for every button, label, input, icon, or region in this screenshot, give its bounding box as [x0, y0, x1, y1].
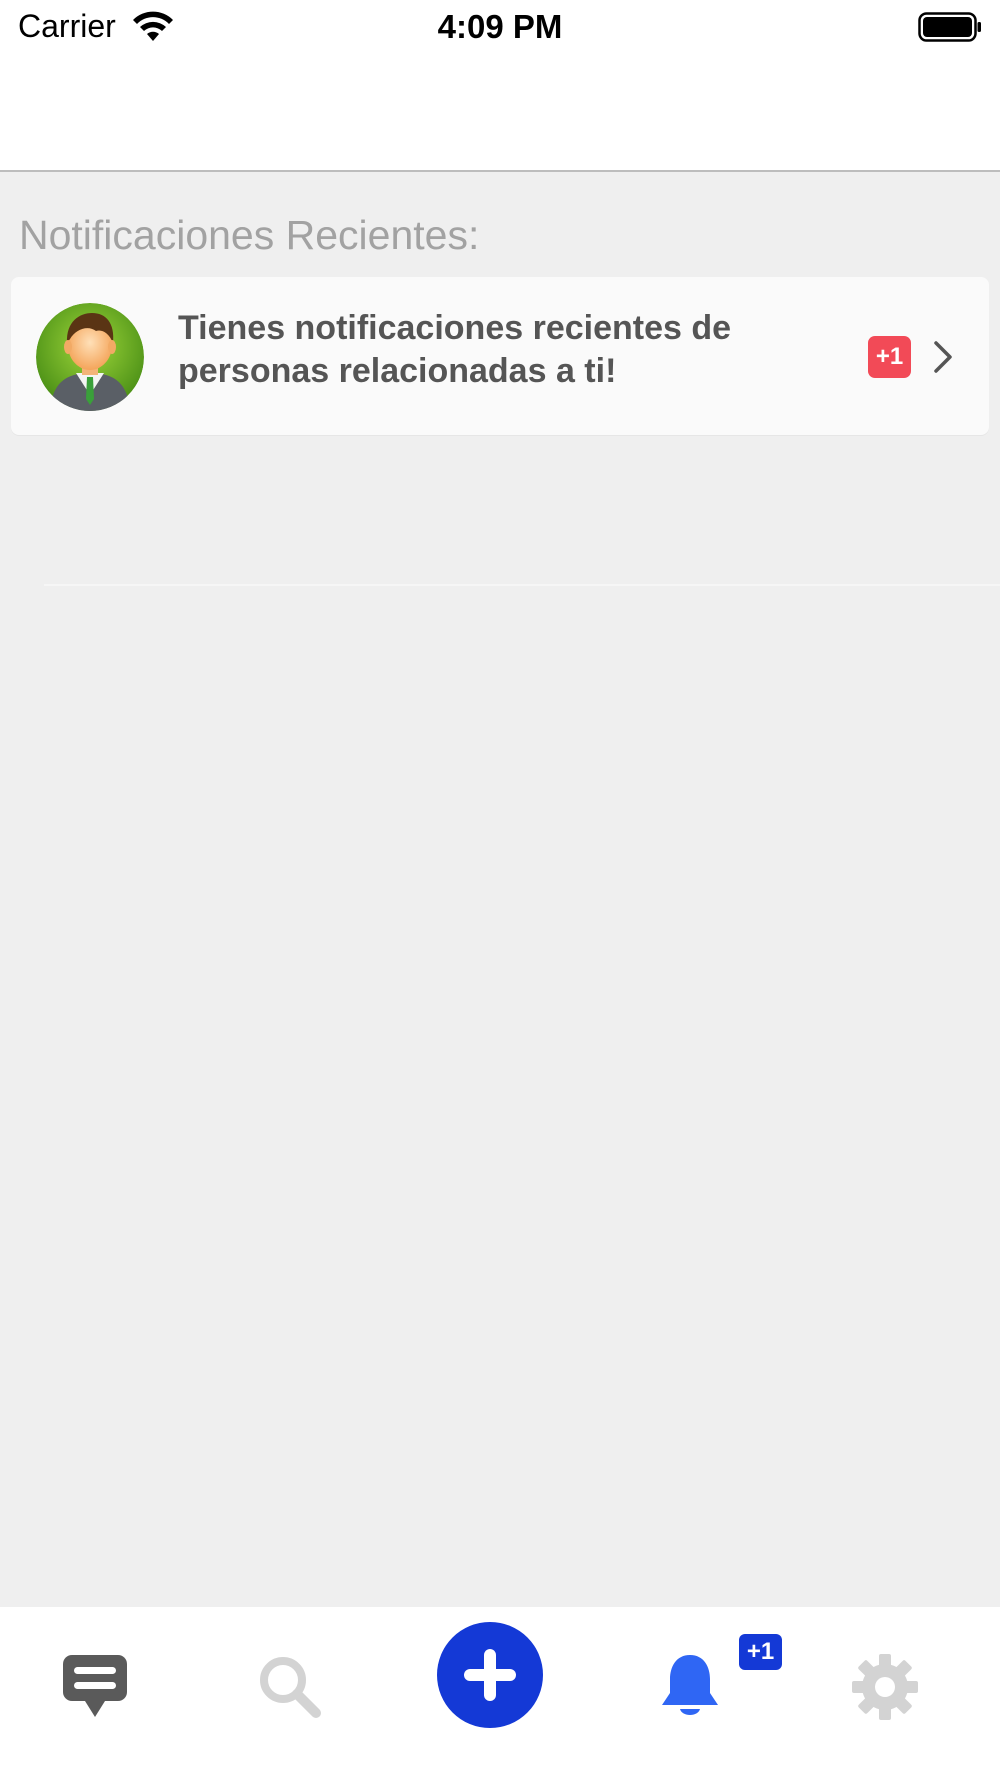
list-separator: [44, 584, 1000, 586]
navigation-bar: [0, 56, 1000, 172]
messages-icon: [63, 1655, 127, 1717]
add-icon: [437, 1622, 543, 1728]
tab-bar: +1: [0, 1607, 1000, 1778]
clock: 4:09 PM: [437, 8, 563, 45]
notification-count-badge: +1: [868, 336, 911, 378]
tab-settings[interactable]: [848, 1627, 922, 1747]
search-icon: [260, 1657, 321, 1718]
section-title: Notificaciones Recientes:: [19, 212, 480, 258]
bell-icon: [662, 1655, 718, 1715]
tab-notifications-badge: +1: [739, 1634, 782, 1670]
notification-text: Tienes notificaciones recientes de perso…: [178, 309, 732, 390]
tab-messages[interactable]: [50, 1627, 140, 1747]
tab-notifications[interactable]: [650, 1627, 730, 1747]
chevron-right-icon: [934, 341, 952, 373]
notification-row[interactable]: Tienes notificaciones recientes de perso…: [11, 277, 989, 435]
gear-icon: [852, 1654, 918, 1720]
battery-icon: [918, 12, 981, 42]
tab-add[interactable]: [435, 1615, 545, 1735]
person-avatar-icon: [36, 303, 144, 411]
status-bar: Carrier 4:09 PM: [0, 0, 1000, 56]
tab-search[interactable]: [250, 1627, 330, 1747]
